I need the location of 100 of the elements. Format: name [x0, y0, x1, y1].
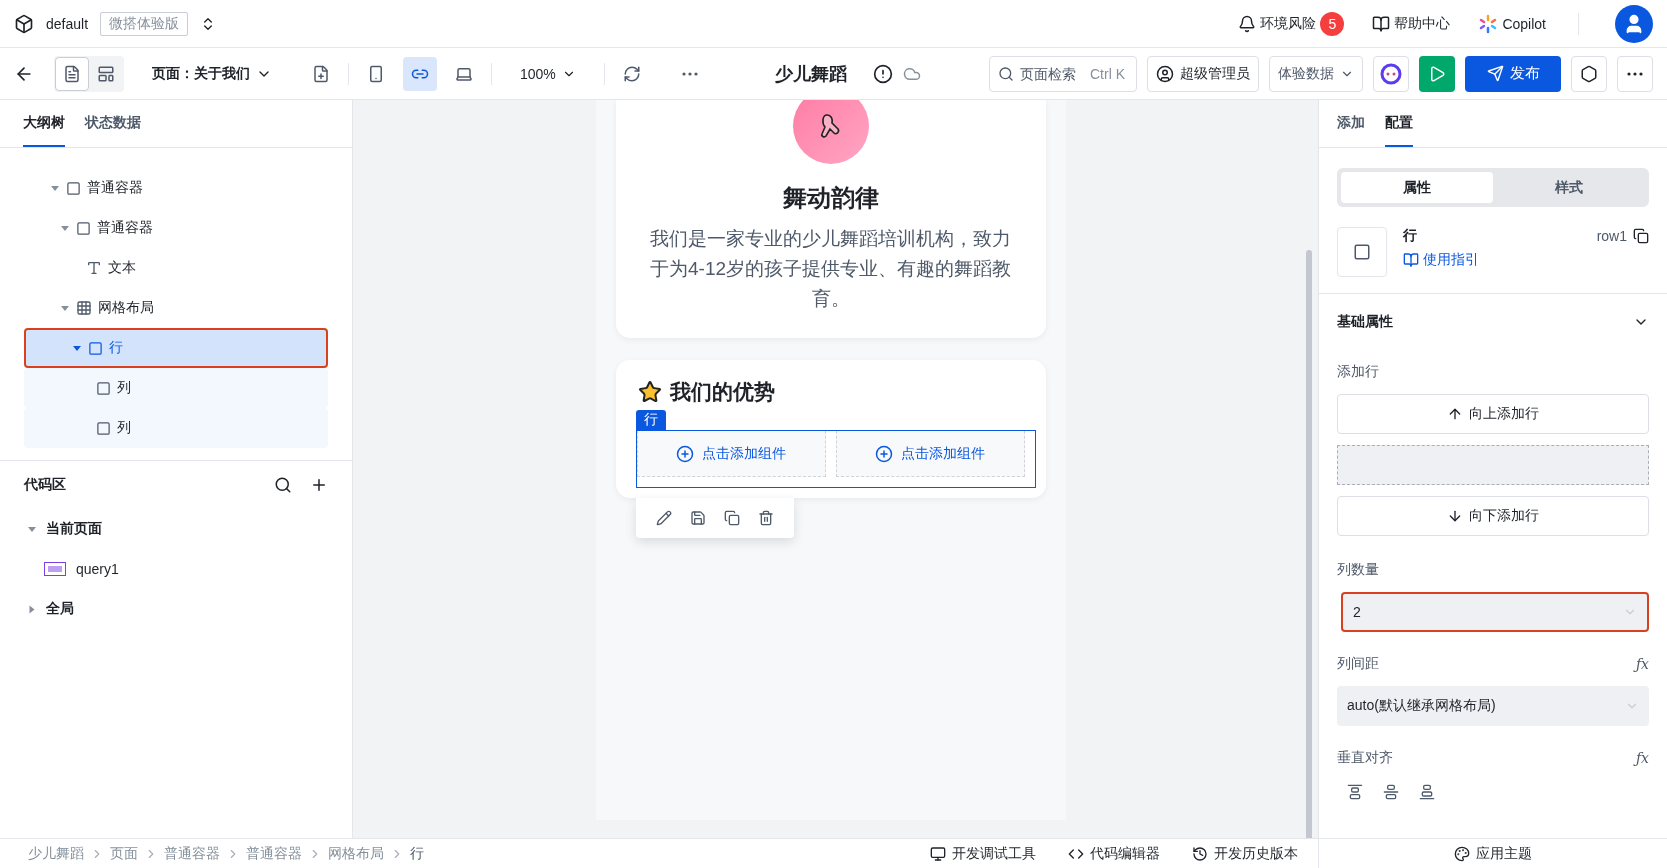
field-label: 垂直对齐 — [1337, 749, 1393, 767]
user-button[interactable]: 超级管理员 — [1147, 55, 1259, 92]
container-icon — [96, 420, 111, 436]
monitor-icon — [930, 845, 946, 862]
data-select[interactable]: 体验数据 — [1269, 55, 1363, 92]
send-icon — [1486, 65, 1504, 82]
guide-link[interactable]: 使用指引 — [1403, 251, 1649, 269]
code-group[interactable]: 当前页面 — [0, 509, 352, 549]
panel-tab[interactable]: 配置 — [1385, 100, 1413, 147]
dev-tool-button[interactable]: 开发历史版本 — [1186, 843, 1304, 864]
api-icon — [44, 562, 66, 576]
outline-label: 网格布局 — [98, 299, 154, 317]
count-badge: 5 — [1320, 11, 1345, 36]
theme-button[interactable]: 应用主题 — [1319, 838, 1667, 868]
settings-icon — [1580, 64, 1598, 83]
copilot-link[interactable]: Copilot — [1478, 13, 1546, 34]
edit-icon[interactable] — [655, 510, 672, 526]
user-avatar[interactable] — [1615, 4, 1653, 43]
container-icon — [96, 380, 111, 396]
more-icon — [1627, 71, 1643, 76]
app-title: 少儿舞蹈 — [774, 62, 847, 86]
copy-icon[interactable] — [723, 510, 740, 526]
outline-label: 普通容器 — [97, 219, 153, 237]
gap-select[interactable]: auto(默认继承网格布局) — [1337, 686, 1649, 726]
outline-item[interactable]: 列 — [24, 368, 328, 408]
device-button[interactable] — [403, 56, 437, 91]
delete-icon[interactable] — [757, 510, 774, 526]
assistant-button[interactable] — [1373, 55, 1409, 92]
phone-icon — [367, 64, 385, 83]
breadcrumb[interactable]: 行 — [410, 844, 424, 863]
hero-description: 我们是一家专业的少儿舞蹈培训机构，致力于为4-12岁的孩子提供专业、有趣的舞蹈教育。 — [649, 227, 1012, 311]
shortcut-hint: Ctrl K — [1090, 65, 1125, 82]
caret-icon — [73, 345, 81, 351]
plus-circle-icon — [676, 444, 694, 463]
align-bottom-icon[interactable] — [1419, 784, 1435, 800]
query-item[interactable]: query1 — [0, 549, 352, 589]
outline-item[interactable]: 网格布局 — [24, 288, 328, 328]
outline-item[interactable]: 列 — [24, 408, 328, 448]
component-id: row1 — [1596, 228, 1627, 244]
add-component-button[interactable]: 点击添加组件 — [835, 431, 1025, 477]
settings-button[interactable] — [1571, 55, 1607, 92]
palette-icon — [1454, 845, 1470, 862]
panel-tab[interactable]: 大纲树 — [23, 100, 65, 147]
run-button[interactable] — [1419, 55, 1455, 92]
hero-title: 舞动韵律 — [782, 183, 879, 213]
cube-icon — [14, 13, 34, 34]
add-icon[interactable] — [310, 476, 328, 494]
add-row-up-button[interactable]: 向上添加行 — [1337, 394, 1649, 434]
sparkle-icon — [1478, 13, 1499, 34]
section-title: 我们的优势 — [669, 379, 775, 405]
align-top-icon[interactable] — [1347, 784, 1363, 800]
section-title: 代码区 — [24, 476, 66, 494]
refresh-icon — [622, 64, 641, 83]
panel-tab[interactable]: 状态数据 — [85, 100, 141, 147]
caret-icon — [29, 605, 35, 613]
risk-link[interactable]: 环境风险 5 — [1238, 11, 1345, 36]
section-title: 基础属性 — [1337, 313, 1393, 331]
more-icon — [681, 71, 698, 76]
outline-item[interactable]: 文本 — [24, 248, 328, 288]
container-icon — [66, 180, 81, 196]
group-label: 当前页面 — [46, 520, 102, 538]
layout-icon — [97, 64, 115, 83]
align-middle-icon[interactable] — [1383, 784, 1399, 800]
field-label: 列数量 — [1337, 561, 1379, 579]
grid-icon — [76, 300, 92, 316]
zoom-select[interactable]: 100% — [516, 65, 580, 82]
outline-item[interactable]: 普通容器 — [24, 168, 328, 208]
caret-icon — [28, 526, 36, 532]
copy-icon[interactable] — [1633, 228, 1649, 244]
code-group[interactable]: 全局 — [0, 589, 352, 629]
formula-button[interactable]: ƒx — [1635, 750, 1649, 766]
segment-tab[interactable]: 属性 — [1341, 172, 1493, 203]
text-icon — [86, 260, 102, 276]
book-icon — [1403, 252, 1419, 268]
publish-button[interactable]: 发布 — [1465, 55, 1561, 92]
column-count-select[interactable]: 2 — [1341, 592, 1649, 632]
panel-tab[interactable]: 添加 — [1337, 100, 1365, 147]
search-icon[interactable] — [274, 476, 292, 494]
bell-icon — [1238, 14, 1257, 33]
help-link[interactable]: 帮助中心 — [1372, 14, 1451, 33]
dev-tool-button[interactable]: 代码编辑器 — [1062, 843, 1166, 864]
field-label: 添加行 — [1337, 363, 1379, 381]
scrollbar[interactable] — [1306, 250, 1312, 838]
add-row-down-button[interactable]: 向下添加行 — [1337, 496, 1649, 536]
save-icon[interactable] — [689, 510, 706, 526]
add-component-button[interactable]: 点击添加组件 — [636, 431, 826, 477]
formula-button[interactable]: ƒx — [1635, 656, 1649, 672]
star-icon — [637, 380, 662, 404]
info-icon[interactable] — [872, 63, 893, 84]
row-frame[interactable]: 点击添加组件 点击添加组件 — [635, 430, 1036, 488]
outline-item[interactable]: 普通容器 — [24, 208, 328, 248]
page-select[interactable]: 页面：关于我们 — [148, 64, 276, 83]
outline-label: 列 — [117, 379, 131, 397]
view-toggle[interactable] — [55, 56, 89, 91]
outline-item[interactable]: 行 — [24, 328, 328, 368]
dev-tool-button[interactable]: 开发调试工具 — [924, 843, 1042, 864]
outline-label: 行 — [109, 339, 123, 357]
container-icon — [76, 220, 91, 236]
user-icon — [1156, 64, 1174, 83]
segment-tab[interactable]: 样式 — [1493, 172, 1645, 203]
